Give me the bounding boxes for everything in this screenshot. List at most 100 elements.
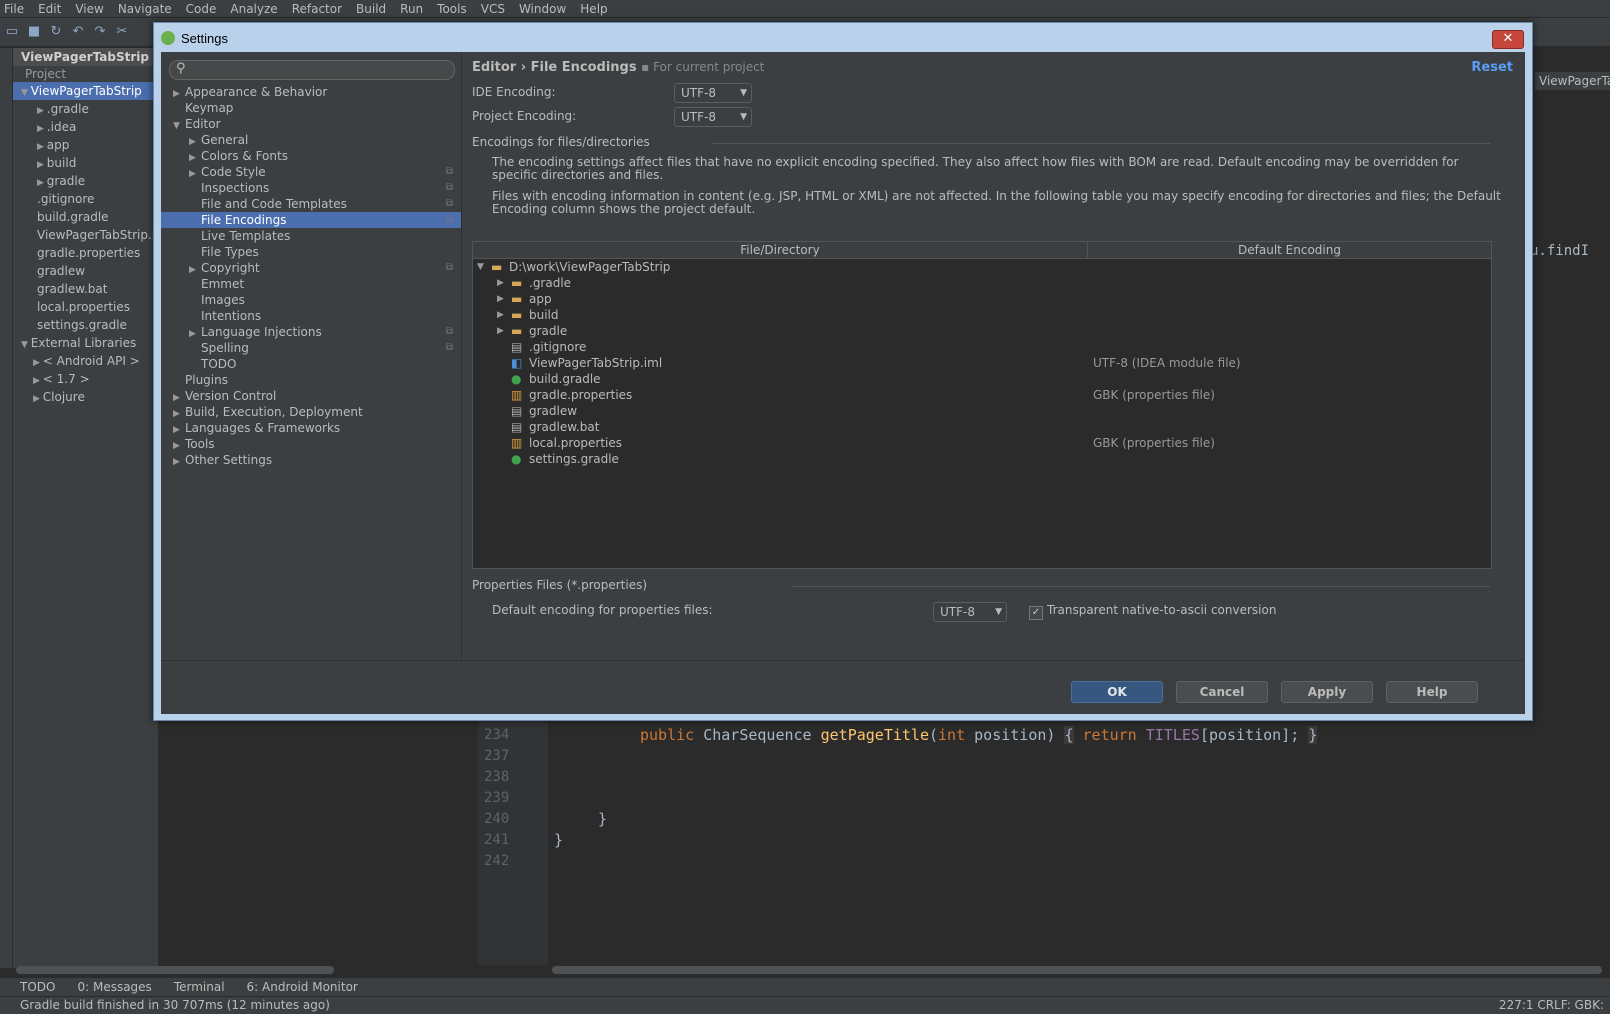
settings-tree-item[interactable]: Inspections ⧉ [161, 180, 461, 196]
editor-hscrollbar[interactable] [552, 966, 1602, 974]
help-button[interactable]: Help [1386, 681, 1478, 703]
chevron-right-icon[interactable]: ▶ [497, 275, 504, 291]
project-tree-item[interactable]: ▶ app [13, 136, 158, 154]
column-header-path[interactable]: File/Directory [473, 242, 1088, 259]
menu-item[interactable]: Code [186, 2, 217, 16]
open-folder-icon[interactable]: ▭ [4, 24, 20, 40]
settings-tree-item[interactable]: Emmet [161, 276, 461, 292]
project-tree-item[interactable]: ▶ .gradle [13, 100, 158, 118]
table-row[interactable]: ▥ gradle.properties GBK (properties file) [473, 387, 1491, 403]
menu-item[interactable]: Build [356, 2, 386, 16]
left-tool-strip[interactable] [0, 48, 13, 968]
settings-tree-item[interactable]: Live Templates [161, 228, 461, 244]
project-tree-item[interactable]: ViewPagerTabStrip.iml [13, 226, 158, 244]
project-tree-item[interactable]: ▶ build [13, 154, 158, 172]
table-row[interactable]: ▶ ▬ .gradle [473, 275, 1491, 291]
ide-encoding-select[interactable]: UTF-8 ▼ [674, 83, 752, 103]
properties-encoding-select[interactable]: UTF-8 ▼ [933, 602, 1007, 622]
project-tree-item[interactable]: ▼ External Libraries [13, 334, 158, 352]
sync-icon[interactable]: ↻ [48, 24, 64, 40]
settings-tree-item[interactable]: ▶ Copyright ⧉ [161, 260, 461, 276]
project-tree-item[interactable]: ▶ < Android API > [13, 352, 158, 370]
code-line-241[interactable]: } [554, 830, 563, 850]
settings-tree-item[interactable]: ▶ Tools [161, 436, 461, 452]
menu-item[interactable]: VCS [481, 2, 505, 16]
chevron-right-icon[interactable]: ▶ [497, 291, 504, 307]
table-row[interactable]: ▤ gradlew [473, 403, 1491, 419]
menu-item[interactable]: Refactor [292, 2, 342, 16]
project-tree-item[interactable]: ▶ .idea [13, 118, 158, 136]
settings-tree-item[interactable]: ▶ Languages & Frameworks [161, 420, 461, 436]
settings-tree-item[interactable]: ▶ Language Injections ⧉ [161, 324, 461, 340]
table-row[interactable]: ▶ ▬ app [473, 291, 1491, 307]
menu-item[interactable]: Window [519, 2, 566, 16]
settings-tree-item[interactable]: ▶ Colors & Fonts [161, 148, 461, 164]
tool-window-tab[interactable]: 6: Android Monitor [247, 980, 358, 994]
project-hscrollbar[interactable] [16, 966, 334, 974]
row-encoding[interactable]: GBK (properties file) [1093, 435, 1215, 451]
tool-window-tab[interactable]: 0: Messages [77, 980, 151, 994]
code-line-240[interactable]: } [598, 809, 607, 829]
table-row[interactable]: ▼ ▬ D:\work\ViewPagerTabStrip [473, 259, 1491, 275]
apply-button[interactable]: Apply [1281, 681, 1373, 703]
settings-tree-item[interactable]: Images [161, 292, 461, 308]
cut-icon[interactable]: ✂ [114, 24, 130, 40]
save-all-icon[interactable]: ■ [26, 24, 42, 40]
settings-tree-item[interactable]: ▶ General [161, 132, 461, 148]
ok-button[interactable]: OK [1071, 681, 1163, 703]
table-row[interactable]: ● settings.gradle [473, 451, 1491, 467]
menu-item[interactable]: Edit [38, 2, 61, 16]
settings-tree-item[interactable]: Spelling ⧉ [161, 340, 461, 356]
menu-item[interactable]: Tools [437, 2, 467, 16]
menu-item[interactable]: Help [580, 2, 607, 16]
project-tree-item[interactable]: ▶ < 1.7 > [13, 370, 158, 388]
settings-tree-item[interactable]: File and Code Templates ⧉ [161, 196, 461, 212]
menu-item[interactable]: Navigate [118, 2, 172, 16]
project-view-selector[interactable]: Project [13, 66, 158, 82]
tool-window-tab[interactable]: TODO [20, 980, 55, 994]
project-encoding-select[interactable]: UTF-8 ▼ [674, 107, 752, 127]
project-tree-item[interactable]: build.gradle [13, 208, 158, 226]
project-tree-item[interactable]: gradle.properties [13, 244, 158, 262]
row-encoding[interactable]: UTF-8 (IDEA module file) [1093, 355, 1241, 371]
settings-search-input[interactable]: ⚲ [169, 60, 455, 80]
transparent-conversion-label[interactable]: Transparent native-to-ascii conversion [1047, 603, 1276, 617]
project-tree-item[interactable]: settings.gradle [13, 316, 158, 334]
undo-icon[interactable]: ↶ [70, 24, 86, 40]
cancel-button[interactable]: Cancel [1176, 681, 1268, 703]
table-row[interactable]: ▶ ▬ gradle [473, 323, 1491, 339]
settings-tree-item[interactable]: TODO [161, 356, 461, 372]
row-encoding[interactable]: GBK (properties file) [1093, 387, 1215, 403]
table-row[interactable]: ◧ ViewPagerTabStrip.iml UTF-8 (IDEA module… [473, 355, 1491, 371]
reset-link[interactable]: Reset [1471, 60, 1513, 75]
code-line-234[interactable]: public CharSequence getPageTitle(int pos… [640, 725, 1318, 745]
settings-tree-item[interactable]: ▼ Editor [161, 116, 461, 132]
redo-icon[interactable]: ↷ [92, 24, 108, 40]
chevron-down-icon[interactable]: ▼ [477, 259, 484, 275]
chevron-right-icon[interactable]: ▶ [497, 323, 504, 339]
settings-tree-item[interactable]: ▶ Code Style ⧉ [161, 164, 461, 180]
close-button[interactable]: ✕ [1492, 30, 1524, 49]
settings-tree-item[interactable]: ▶ Build, Execution, Deployment [161, 404, 461, 420]
menu-item[interactable]: Run [400, 2, 423, 16]
table-row[interactable]: ▤ .gitignore [473, 339, 1491, 355]
settings-tree-item[interactable]: ▶ Appearance & Behavior [161, 84, 461, 100]
project-tree-item[interactable]: ▶ gradle [13, 172, 158, 190]
editor-tab[interactable]: ViewPagerTabStrip [1535, 72, 1610, 90]
tool-window-tab[interactable]: Terminal [174, 980, 225, 994]
project-tree-item[interactable]: ▶ Clojure [13, 388, 158, 406]
project-tree-item[interactable]: local.properties [13, 298, 158, 316]
settings-tree-item[interactable]: Intentions [161, 308, 461, 324]
project-tree-item[interactable]: .gitignore [13, 190, 158, 208]
column-header-encoding[interactable]: Default Encoding [1088, 242, 1491, 259]
chevron-right-icon[interactable]: ▶ [497, 307, 504, 323]
dialog-titlebar[interactable]: Settings ✕ [154, 23, 1532, 51]
settings-tree-item[interactable]: ▶ Other Settings [161, 452, 461, 468]
table-row[interactable]: ● build.gradle [473, 371, 1491, 387]
table-row[interactable]: ▤ gradlew.bat [473, 419, 1491, 435]
settings-tree-item[interactable]: ▶ Version Control [161, 388, 461, 404]
settings-tree-item[interactable]: Keymap [161, 100, 461, 116]
table-row[interactable]: ▥ local.properties GBK (properties file) [473, 435, 1491, 451]
project-tree-item[interactable]: ▼ ViewPagerTabStrip [13, 82, 158, 100]
transparent-conversion-checkbox[interactable]: ✓ [1029, 606, 1043, 620]
